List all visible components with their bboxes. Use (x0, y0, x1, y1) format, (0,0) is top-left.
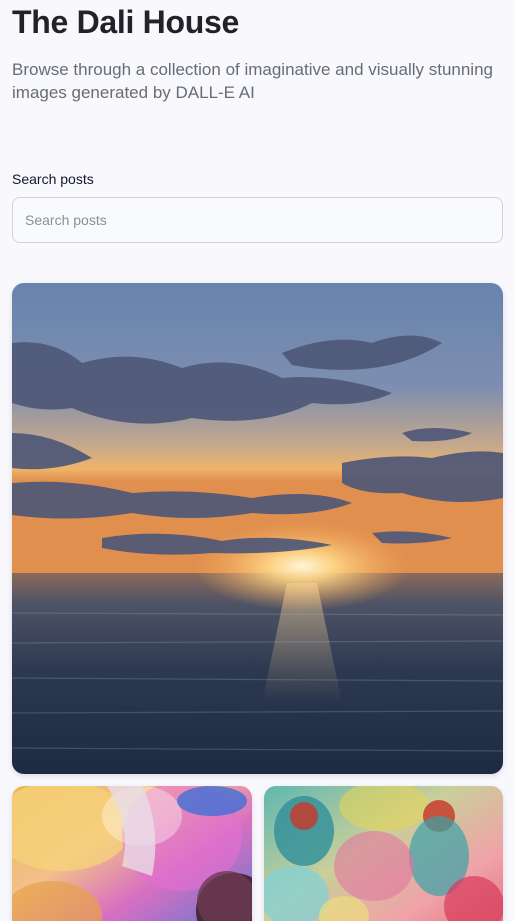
post-card-color-powder[interactable] (12, 786, 252, 921)
search-label: Search posts (12, 171, 94, 187)
page-subtitle: Browse through a collection of imaginati… (12, 60, 493, 102)
color-powder-festival-image (12, 786, 252, 921)
search-input[interactable] (12, 197, 503, 243)
post-card-ocean-sunset[interactable] (12, 283, 503, 774)
holi-crowd-image (264, 786, 503, 921)
post-card-holi-crowd[interactable] (264, 786, 503, 921)
ocean-sunset-image (12, 283, 503, 774)
page-title: The Dali House (12, 4, 239, 40)
page: The Dali House Browse through a collecti… (0, 0, 515, 921)
